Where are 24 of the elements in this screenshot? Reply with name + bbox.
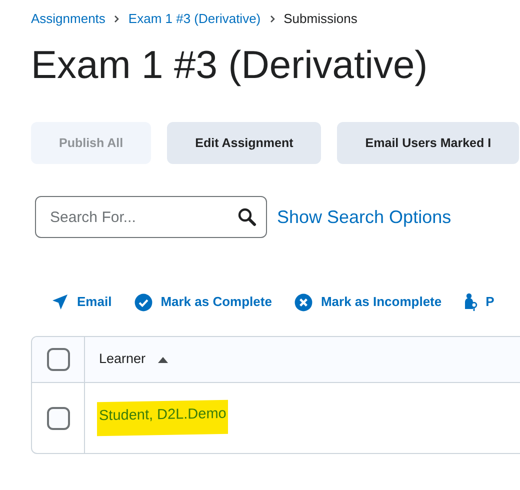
search-field[interactable]: Search For... (35, 196, 267, 238)
breadcrumb-link[interactable]: Exam 1 #3 (Derivative) (128, 9, 261, 29)
breadcrumb-link[interactable]: Assignments (31, 9, 106, 29)
person-key-icon (464, 293, 478, 311)
action-button[interactable]: Mark as Incomplete (294, 292, 442, 312)
breadcrumb-current: Submissions (284, 10, 358, 28)
sort-up-icon[interactable] (158, 356, 168, 363)
search-icon[interactable] (237, 207, 257, 227)
chevron-icon (270, 15, 275, 23)
checkbox[interactable] (46, 406, 70, 430)
send-icon (51, 293, 69, 311)
x-circle-icon (294, 292, 313, 312)
check-circle-icon (134, 292, 153, 312)
page-title: Exam 1 #3 (Derivative) (31, 43, 429, 89)
checkbox[interactable] (46, 348, 70, 371)
column-header[interactable]: Learner (99, 349, 146, 370)
chevron-icon (114, 15, 120, 23)
learner-link[interactable]: Student, D2L.Demo (97, 400, 228, 436)
action-button[interactable]: Email (51, 292, 112, 312)
action-button[interactable]: P (464, 292, 494, 312)
action-button[interactable]: Mark as Complete (134, 292, 272, 312)
toolbar-button[interactable]: Email Users Marked I (337, 122, 520, 164)
show-search-options-link[interactable]: Show Search Options (277, 204, 452, 230)
toolbar-button[interactable]: Edit Assignment (167, 122, 322, 164)
